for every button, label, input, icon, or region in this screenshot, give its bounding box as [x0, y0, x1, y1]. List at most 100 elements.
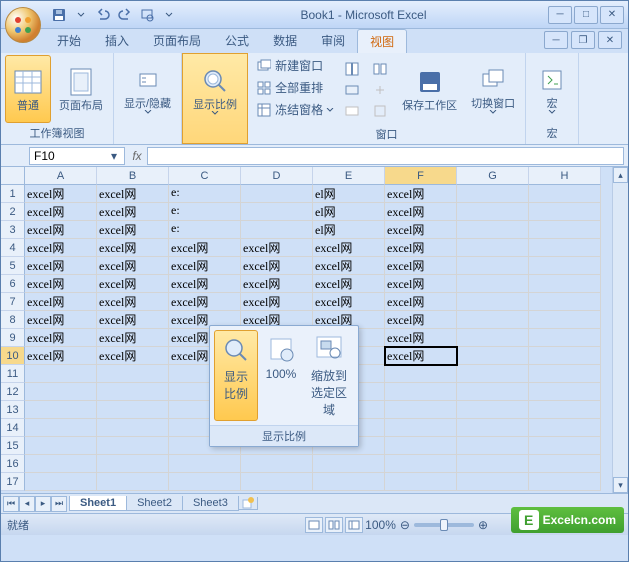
- namebox-dropdown-icon[interactable]: ▾: [108, 149, 120, 163]
- ribbon-tab[interactable]: 数据: [261, 29, 309, 53]
- cell[interactable]: [97, 437, 169, 455]
- cell[interactable]: [313, 455, 385, 473]
- cell[interactable]: [25, 365, 97, 383]
- cell[interactable]: [169, 455, 241, 473]
- cell[interactable]: excel网: [385, 275, 457, 293]
- cell[interactable]: excel网: [313, 257, 385, 275]
- cell[interactable]: e:: [169, 203, 241, 221]
- column-header[interactable]: C: [169, 167, 241, 185]
- doc-close-button[interactable]: ✕: [598, 31, 622, 49]
- cell[interactable]: [241, 473, 313, 491]
- row-header[interactable]: 5: [1, 257, 25, 275]
- row-header[interactable]: 1: [1, 185, 25, 203]
- zoom-button[interactable]: 显示比例: [187, 56, 243, 124]
- cell[interactable]: excel网: [313, 275, 385, 293]
- cell[interactable]: excel网: [385, 221, 457, 239]
- row-header[interactable]: 2: [1, 203, 25, 221]
- cell[interactable]: [457, 293, 529, 311]
- cell[interactable]: [529, 275, 601, 293]
- cell[interactable]: excel网: [25, 311, 97, 329]
- cell[interactable]: [457, 419, 529, 437]
- office-button[interactable]: [5, 7, 41, 43]
- cell[interactable]: excel网: [241, 293, 313, 311]
- cell[interactable]: el网: [313, 203, 385, 221]
- reset-pos-button[interactable]: [368, 101, 392, 121]
- page-layout-sb-button[interactable]: [325, 517, 343, 533]
- show-hide-button[interactable]: 显示/隐藏: [118, 55, 177, 123]
- column-header[interactable]: A: [25, 167, 97, 185]
- cell[interactable]: [529, 329, 601, 347]
- row-header[interactable]: 7: [1, 293, 25, 311]
- cell[interactable]: excel网: [241, 275, 313, 293]
- new-window-button[interactable]: 新建窗口: [252, 55, 338, 76]
- tab-next-button[interactable]: ▸: [35, 496, 51, 512]
- cell[interactable]: excel网: [25, 293, 97, 311]
- scroll-down-button[interactable]: ▾: [613, 477, 628, 493]
- cell[interactable]: excel网: [313, 293, 385, 311]
- cell[interactable]: [241, 185, 313, 203]
- row-header[interactable]: 8: [1, 311, 25, 329]
- row-header[interactable]: 6: [1, 275, 25, 293]
- row-header[interactable]: 14: [1, 419, 25, 437]
- cell[interactable]: excel网: [25, 329, 97, 347]
- cell[interactable]: excel网: [169, 293, 241, 311]
- cell[interactable]: excel网: [97, 293, 169, 311]
- cell[interactable]: excel网: [313, 239, 385, 257]
- column-header[interactable]: H: [529, 167, 601, 185]
- cell[interactable]: excel网: [169, 257, 241, 275]
- close-button[interactable]: ✕: [600, 6, 624, 24]
- cell[interactable]: excel网: [25, 239, 97, 257]
- view-side-button[interactable]: [368, 59, 392, 79]
- cell[interactable]: excel网: [385, 239, 457, 257]
- cell[interactable]: [529, 221, 601, 239]
- column-header[interactable]: G: [457, 167, 529, 185]
- cell[interactable]: [97, 419, 169, 437]
- switch-windows-button[interactable]: 切换窗口: [465, 55, 521, 123]
- sync-scroll-button[interactable]: [368, 80, 392, 100]
- cell[interactable]: el网: [313, 185, 385, 203]
- sheet-tab[interactable]: Sheet2: [126, 496, 183, 511]
- column-header[interactable]: F: [385, 167, 457, 185]
- cell[interactable]: excel网: [97, 221, 169, 239]
- cell[interactable]: excel网: [25, 275, 97, 293]
- cell[interactable]: [457, 257, 529, 275]
- cell[interactable]: [97, 473, 169, 491]
- cell[interactable]: [529, 419, 601, 437]
- zoom-slider[interactable]: [414, 523, 474, 527]
- cell[interactable]: [25, 419, 97, 437]
- cell[interactable]: [457, 203, 529, 221]
- cell[interactable]: [25, 455, 97, 473]
- cell[interactable]: [385, 455, 457, 473]
- row-header[interactable]: 11: [1, 365, 25, 383]
- cell[interactable]: [385, 365, 457, 383]
- cell[interactable]: excel网: [97, 275, 169, 293]
- cell[interactable]: [457, 185, 529, 203]
- cell[interactable]: [25, 473, 97, 491]
- minimize-button[interactable]: ─: [548, 6, 572, 24]
- row-header[interactable]: 3: [1, 221, 25, 239]
- cell[interactable]: [97, 383, 169, 401]
- cell[interactable]: [529, 437, 601, 455]
- cell[interactable]: [457, 311, 529, 329]
- row-header[interactable]: 15: [1, 437, 25, 455]
- cell[interactable]: excel网: [241, 239, 313, 257]
- cell[interactable]: excel网: [97, 239, 169, 257]
- split-button[interactable]: [340, 59, 364, 79]
- cell[interactable]: [457, 365, 529, 383]
- cell[interactable]: [529, 311, 601, 329]
- zoom-level[interactable]: 100%: [365, 518, 396, 532]
- cell[interactable]: [385, 383, 457, 401]
- cell[interactable]: excel网: [169, 275, 241, 293]
- cell[interactable]: [529, 239, 601, 257]
- qat-more-icon[interactable]: [159, 5, 179, 25]
- cell[interactable]: [457, 329, 529, 347]
- cell[interactable]: excel网: [385, 257, 457, 275]
- cell[interactable]: [385, 419, 457, 437]
- formula-input[interactable]: [147, 147, 624, 165]
- cell[interactable]: [457, 401, 529, 419]
- cell[interactable]: excel网: [97, 347, 169, 365]
- column-header[interactable]: B: [97, 167, 169, 185]
- cell[interactable]: excel网: [385, 347, 457, 365]
- print-preview-icon[interactable]: [137, 5, 157, 25]
- unhide-button[interactable]: [340, 101, 364, 121]
